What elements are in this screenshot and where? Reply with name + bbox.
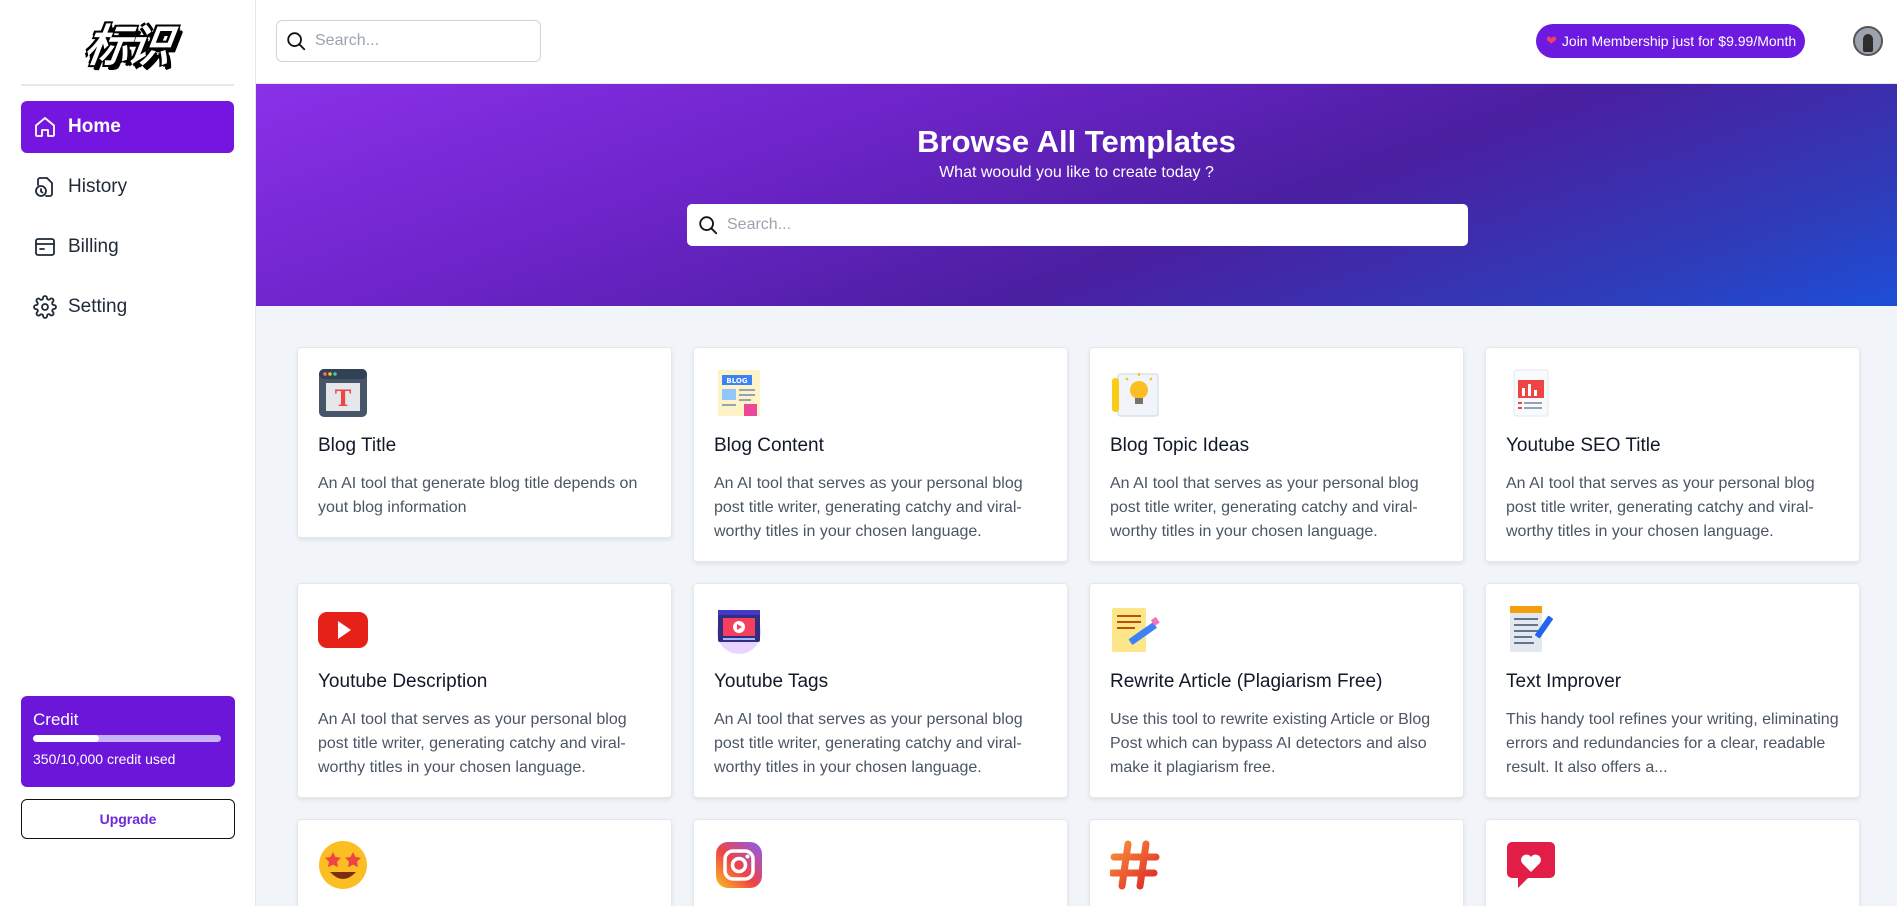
template-description: An AI tool that serves as your personal … xyxy=(714,475,1023,540)
header-search-input[interactable] xyxy=(315,32,515,50)
video-player-icon xyxy=(717,610,761,654)
sidebar: 标识 Home History Billing Setting Credit 3… xyxy=(0,0,256,906)
hashtag-icon xyxy=(1108,840,1160,890)
template-title: Blog Content xyxy=(714,435,824,456)
sidebar-item-billing[interactable]: Billing xyxy=(21,221,234,273)
instagram-icon xyxy=(716,842,762,888)
billing-icon xyxy=(35,238,55,256)
sidebar-item-home[interactable]: Home xyxy=(21,101,234,153)
template-description: An AI tool that serves as your personal … xyxy=(318,711,627,776)
template-card-blog-topic-ideas[interactable]: Blog Topic Ideas An AI tool that serves … xyxy=(1089,347,1464,562)
sidebar-item-history[interactable]: History xyxy=(21,161,234,213)
page-title: Browse All Templates xyxy=(917,124,1236,159)
hero-banner: Browse All Templates What woould you lik… xyxy=(256,84,1897,306)
template-card[interactable] xyxy=(693,819,1068,906)
template-title: Youtube Description xyxy=(318,671,488,692)
template-title: Blog Title xyxy=(318,435,397,456)
template-search-box[interactable] xyxy=(687,204,1468,246)
logo[interactable]: 标识 xyxy=(81,10,174,74)
template-card-youtube-tags[interactable]: Youtube Tags An AI tool that serves as y… xyxy=(693,583,1068,798)
template-card[interactable] xyxy=(1089,819,1464,906)
svg-text:T: T xyxy=(335,386,352,412)
avatar[interactable] xyxy=(1853,26,1883,56)
credit-used-text: 350/10,000 credit used xyxy=(33,751,176,767)
notepad-icon xyxy=(1510,606,1553,652)
credit-title: Credit xyxy=(33,710,79,729)
template-card-youtube-description[interactable]: Youtube Description An AI tool that serv… xyxy=(297,583,672,798)
pencil-paper-icon xyxy=(1112,608,1160,652)
template-search-input[interactable] xyxy=(727,216,1427,234)
template-description: An AI tool that serves as your personal … xyxy=(714,711,1023,776)
credit-progress-bar xyxy=(33,735,221,742)
sidebar-item-setting[interactable]: Setting xyxy=(21,281,234,333)
upgrade-button[interactable]: Upgrade xyxy=(21,799,235,839)
template-description: Use this tool to rewrite existing Articl… xyxy=(1110,711,1431,776)
seo-report-icon xyxy=(1513,369,1549,417)
youtube-icon xyxy=(318,612,368,648)
template-card[interactable] xyxy=(1485,819,1860,906)
template-title: Youtube SEO Title xyxy=(1506,435,1661,456)
logo-container: 标识 xyxy=(21,0,234,86)
svg-text:BLOG: BLOG xyxy=(726,377,747,385)
template-description: An AI tool that serves as your personal … xyxy=(1506,475,1815,540)
star-struck-emoji-icon xyxy=(319,841,367,889)
search-icon xyxy=(287,32,306,51)
membership-button[interactable]: ❤ Join Membership just for $9.99/Month xyxy=(1536,24,1806,58)
template-description: An AI tool that generate blog title depe… xyxy=(318,475,638,516)
template-card[interactable] xyxy=(297,819,672,906)
template-card-rewrite-article[interactable]: Rewrite Article (Plagiarism Free) Use th… xyxy=(1089,583,1464,798)
heart-icon: ❤ xyxy=(1546,33,1557,48)
search-icon xyxy=(699,216,718,235)
blog-title-icon: T xyxy=(319,369,367,417)
template-title: Rewrite Article (Plagiarism Free) xyxy=(1110,671,1383,692)
sidebar-item-label: Home xyxy=(68,116,121,137)
sidebar-item-label: History xyxy=(68,176,128,197)
heart-chat-icon xyxy=(1507,842,1555,888)
sidebar-nav: Home History Billing Setting xyxy=(0,101,255,333)
credit-panel: Credit 350/10,000 credit used xyxy=(21,696,235,787)
template-card-youtube-seo-title[interactable]: Youtube SEO Title An AI tool that serves… xyxy=(1485,347,1860,562)
gear-icon xyxy=(33,295,57,319)
credit-progress-fill xyxy=(33,735,99,742)
membership-label: Join Membership just for $9.99/Month xyxy=(1561,33,1797,49)
page-subtitle: What woould you like to create today ? xyxy=(939,164,1214,181)
lightbulb-icon xyxy=(1112,373,1159,417)
history-icon xyxy=(35,177,53,197)
template-description: This handy tool refines your writing, el… xyxy=(1506,711,1839,776)
template-card-blog-content[interactable]: BLOG Blog Content An AI tool that serves… xyxy=(693,347,1068,562)
blog-content-icon: BLOG xyxy=(718,370,760,416)
template-title: Blog Topic Ideas xyxy=(1110,435,1250,456)
sidebar-item-label: Setting xyxy=(68,296,128,317)
top-header: ❤ Join Membership just for $9.99/Month xyxy=(256,0,1897,84)
sidebar-item-label: Billing xyxy=(68,236,119,257)
home-icon xyxy=(35,117,55,137)
template-description: An AI tool that serves as your personal … xyxy=(1110,475,1419,540)
template-card-blog-title[interactable]: T Blog Title An AI tool that generate bl… xyxy=(297,347,672,538)
template-title: Text Improver xyxy=(1506,671,1622,692)
template-card-text-improver[interactable]: Text Improver This handy tool refines yo… xyxy=(1485,583,1860,798)
template-title: Youtube Tags xyxy=(714,671,829,692)
header-search-box[interactable] xyxy=(276,20,541,62)
